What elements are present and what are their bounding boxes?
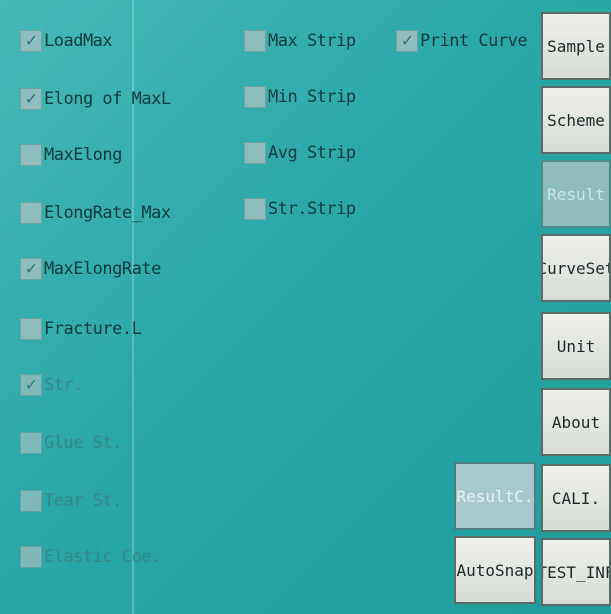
option-str-strip[interactable]: Str.Strip	[244, 192, 356, 226]
option-maxelongrate[interactable]: MaxElongRate	[20, 252, 161, 286]
button-label: TEST_INF	[541, 562, 611, 582]
test-inf-button[interactable]: TEST_INF	[541, 538, 611, 606]
cali-button[interactable]: CALI.	[541, 464, 611, 532]
checkbox-icon[interactable]	[20, 318, 42, 340]
option-label: Elong of MaxL	[44, 89, 171, 109]
option-label: Avg Strip	[268, 143, 356, 163]
checkbox-icon[interactable]	[20, 88, 42, 110]
option-label: Min Strip	[268, 87, 356, 107]
curveset-button[interactable]: CurveSet	[541, 234, 611, 302]
option-label: Max Strip	[268, 31, 356, 51]
button-label: About	[551, 412, 601, 432]
button-label: Sample	[547, 36, 605, 56]
option-label: Tear St.	[44, 491, 122, 511]
autosnap-button[interactable]: AutoSnap	[454, 536, 536, 604]
option-maxelong[interactable]: MaxElong	[20, 138, 122, 172]
checkbox-icon[interactable]	[244, 30, 266, 52]
checkbox-icon[interactable]	[20, 374, 42, 396]
option-elong-of-maxl[interactable]: Elong of MaxL	[20, 82, 171, 116]
button-label: CALI.	[551, 488, 601, 508]
checkbox-icon[interactable]	[20, 546, 42, 568]
option-label: MaxElongRate	[44, 259, 161, 279]
option-loadmax[interactable]: LoadMax	[20, 24, 113, 58]
checkbox-icon[interactable]	[20, 202, 42, 224]
option-tear-st[interactable]: Tear St.	[20, 484, 122, 518]
result-settings-screen: LoadMax Elong of MaxL MaxElong ElongRate…	[0, 0, 611, 614]
option-label: Glue St.	[44, 433, 122, 453]
option-min-strip[interactable]: Min Strip	[244, 80, 356, 114]
sample-button[interactable]: Sample	[541, 12, 611, 80]
checkbox-icon[interactable]	[20, 144, 42, 166]
button-label: Scheme	[547, 110, 605, 130]
option-label: Str.	[44, 375, 83, 395]
option-label: Fracture.L	[44, 319, 142, 339]
checkbox-icon[interactable]	[20, 258, 42, 280]
checkbox-icon[interactable]	[244, 86, 266, 108]
option-elongrate-max[interactable]: ElongRate_Max	[20, 196, 171, 230]
button-label: ResultC.	[456, 486, 534, 506]
option-label: ElongRate_Max	[44, 203, 171, 223]
checkbox-icon[interactable]	[244, 198, 266, 220]
button-label: Result	[547, 184, 605, 204]
result-button[interactable]: Result	[541, 160, 611, 228]
option-label: MaxElong	[44, 145, 122, 165]
option-avg-strip[interactable]: Avg Strip	[244, 136, 356, 170]
option-glue-st[interactable]: Glue St.	[20, 426, 122, 460]
button-label: CurveSet	[541, 258, 611, 278]
option-fracture-l[interactable]: Fracture.L	[20, 312, 142, 346]
checkbox-icon[interactable]	[20, 490, 42, 512]
checkbox-icon[interactable]	[396, 30, 418, 52]
option-max-strip[interactable]: Max Strip	[244, 24, 356, 58]
about-button[interactable]: About	[541, 388, 611, 456]
option-label: LoadMax	[44, 31, 113, 51]
button-label: Unit	[556, 336, 596, 356]
unit-button[interactable]: Unit	[541, 312, 611, 380]
option-elastic-coe[interactable]: Elastic Coe.	[20, 540, 161, 574]
checkbox-icon[interactable]	[244, 142, 266, 164]
button-label: AutoSnap	[456, 560, 534, 580]
checkbox-icon[interactable]	[20, 30, 42, 52]
option-label: Elastic Coe.	[44, 547, 161, 567]
option-label: Str.Strip	[268, 199, 356, 219]
option-print-curve[interactable]: Print Curve	[396, 24, 528, 58]
result-c-button[interactable]: ResultC.	[454, 462, 536, 530]
scheme-button[interactable]: Scheme	[541, 86, 611, 154]
option-label: Print Curve	[420, 31, 528, 51]
checkbox-icon[interactable]	[20, 432, 42, 454]
option-str[interactable]: Str.	[20, 368, 83, 402]
